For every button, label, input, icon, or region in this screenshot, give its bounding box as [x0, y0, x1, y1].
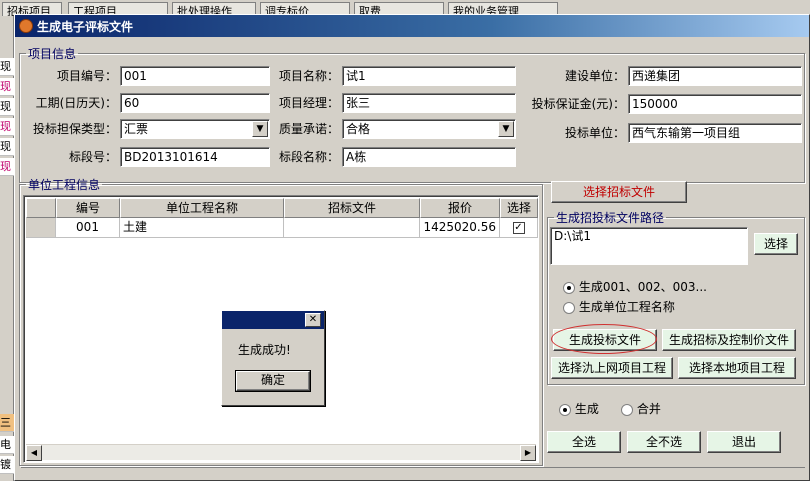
guarantee-type-label: 投标担保类型： — [32, 122, 117, 136]
radio-selected-icon[interactable] — [559, 403, 571, 416]
naming-option-name-label: 生成单位工程名称 — [578, 300, 675, 314]
generate-bid-file-button[interactable]: 生成投标文件 — [553, 329, 657, 351]
select-online-project-button[interactable]: 选择氿上网项目工程 — [551, 357, 673, 379]
select-local-project-button[interactable]: 选择本地项目工程 — [678, 357, 796, 379]
bidder-field[interactable]: 西气东输第一项目组 — [628, 123, 802, 143]
quality-value: 合格 — [346, 122, 371, 136]
message-box-titlebar[interactable]: ✕ — [222, 311, 324, 329]
section-name-field[interactable]: A栋 — [342, 147, 516, 167]
row-selector-header — [26, 198, 56, 218]
bg-list-item[interactable]: 现 — [0, 138, 14, 156]
project-name-field[interactable]: 试1 — [342, 66, 516, 86]
manager-field[interactable]: 张三 — [342, 93, 516, 113]
radio-selected-icon[interactable] — [563, 281, 575, 294]
duration-label: 工期(日历天)： — [35, 96, 117, 110]
bg-list-item[interactable]: 三 — [0, 414, 14, 432]
table-row[interactable]: 001 土建 1425020.56 ✓ — [26, 218, 538, 238]
mode-option-merge[interactable]: 合并 — [621, 401, 661, 417]
dialog-title: 生成电子评标文件 — [37, 19, 134, 34]
unit-project-legend: 单位工程信息 — [28, 178, 101, 192]
bg-list-item[interactable]: 现 — [0, 78, 14, 96]
guarantee-type-select[interactable]: 汇票 ▼ — [120, 119, 270, 139]
dialog-titlebar[interactable]: 生成电子评标文件 — [15, 15, 809, 37]
duration-field[interactable]: 60 — [120, 93, 270, 113]
cell-price[interactable]: 1425020.56 — [420, 218, 500, 238]
select-all-button[interactable]: 全选 — [547, 431, 621, 453]
background-left-panel: 现 现 现 现 现 现 三 电 镀 — [0, 16, 14, 481]
select-none-button[interactable]: 全不选 — [627, 431, 701, 453]
output-path-field[interactable]: D:\试1 — [550, 227, 748, 265]
close-icon[interactable]: ✕ — [305, 313, 321, 327]
table-header: 编号 单位工程名称 招标文件 报价 选择 — [26, 198, 538, 218]
bg-list-item[interactable]: 现 — [0, 98, 14, 116]
section-no-label: 标段号： — [68, 150, 117, 164]
cell-select[interactable]: ✓ — [500, 218, 538, 238]
column-header-file[interactable]: 招标文件 — [284, 198, 420, 218]
quality-select[interactable]: 合格 ▼ — [342, 119, 516, 139]
deposit-label: 投标保证金(元)： — [531, 97, 625, 111]
mode-option-generate-label: 生成 — [574, 402, 599, 416]
column-header-select[interactable]: 选择 — [500, 198, 538, 218]
quality-label: 质量承诺： — [278, 122, 339, 136]
scroll-right-icon[interactable]: ▶ — [520, 445, 536, 461]
project-name-label: 项目名称： — [278, 69, 339, 83]
section-name-label: 标段名称： — [278, 150, 339, 164]
chevron-down-icon[interactable]: ▼ — [498, 121, 514, 137]
mode-option-merge-label: 合并 — [636, 402, 661, 416]
manager-label: 项目经理： — [278, 96, 339, 110]
generate-bid-file-dialog: 生成电子评标文件 项目信息 项目编号： 001 项目名称： 试1 建设单位： 西… — [14, 14, 810, 481]
row-selector[interactable] — [26, 218, 56, 238]
bg-list-item[interactable]: 现 — [0, 158, 14, 176]
build-unit-label: 建设单位： — [564, 69, 625, 83]
generate-control-price-button[interactable]: 生成招标及控制价文件 — [662, 329, 796, 351]
exit-button[interactable]: 退出 — [707, 431, 781, 453]
naming-option-sequence-label: 生成001、002、003... — [578, 280, 707, 294]
column-header-name[interactable]: 单位工程名称 — [120, 198, 284, 218]
naming-option-name[interactable]: 生成单位工程名称 — [563, 299, 675, 315]
ok-button[interactable]: 确定 — [235, 370, 311, 392]
column-header-no[interactable]: 编号 — [56, 198, 120, 218]
row-checkbox[interactable]: ✓ — [512, 221, 525, 234]
deposit-field[interactable]: 150000 — [628, 94, 802, 114]
app-logo-icon — [19, 19, 33, 33]
mode-option-generate[interactable]: 生成 — [559, 401, 599, 417]
select-path-button[interactable]: 选择 — [754, 233, 798, 255]
radio-unselected-icon[interactable] — [563, 301, 575, 314]
guarantee-type-value: 汇票 — [124, 122, 149, 136]
select-bid-file-button[interactable]: 选择招标文件 — [551, 181, 687, 203]
column-header-price[interactable]: 报价 — [420, 198, 500, 218]
bg-list-item[interactable]: 现 — [0, 118, 14, 136]
project-no-label: 项目编号： — [56, 69, 117, 83]
project-info-legend: 项目信息 — [28, 47, 77, 61]
horizontal-scrollbar[interactable]: ◀ ▶ — [26, 444, 536, 461]
success-message-box: ✕ 生成成功! 确定 — [221, 310, 325, 406]
section-no-field[interactable]: BD2013101614 — [120, 147, 270, 167]
bg-list-item[interactable]: 电 — [0, 436, 14, 454]
output-path-legend: 生成招投标文件路径 — [556, 211, 665, 225]
chevron-down-icon[interactable]: ▼ — [252, 121, 268, 137]
cell-no[interactable]: 001 — [56, 218, 120, 238]
project-no-field[interactable]: 001 — [120, 66, 270, 86]
message-text: 生成成功! — [238, 343, 291, 357]
build-unit-field[interactable]: 西递集团 — [628, 66, 802, 86]
cell-file[interactable] — [284, 218, 420, 238]
bg-list-item[interactable]: 现 — [0, 58, 14, 76]
bg-list-item[interactable]: 镀 — [0, 456, 14, 474]
status-strip — [21, 467, 805, 481]
scroll-left-icon[interactable]: ◀ — [26, 445, 42, 461]
radio-unselected-icon[interactable] — [621, 403, 633, 416]
bidder-label: 投标单位： — [564, 126, 625, 140]
cell-name[interactable]: 土建 — [120, 218, 284, 238]
naming-option-sequence[interactable]: 生成001、002、003... — [563, 279, 707, 295]
